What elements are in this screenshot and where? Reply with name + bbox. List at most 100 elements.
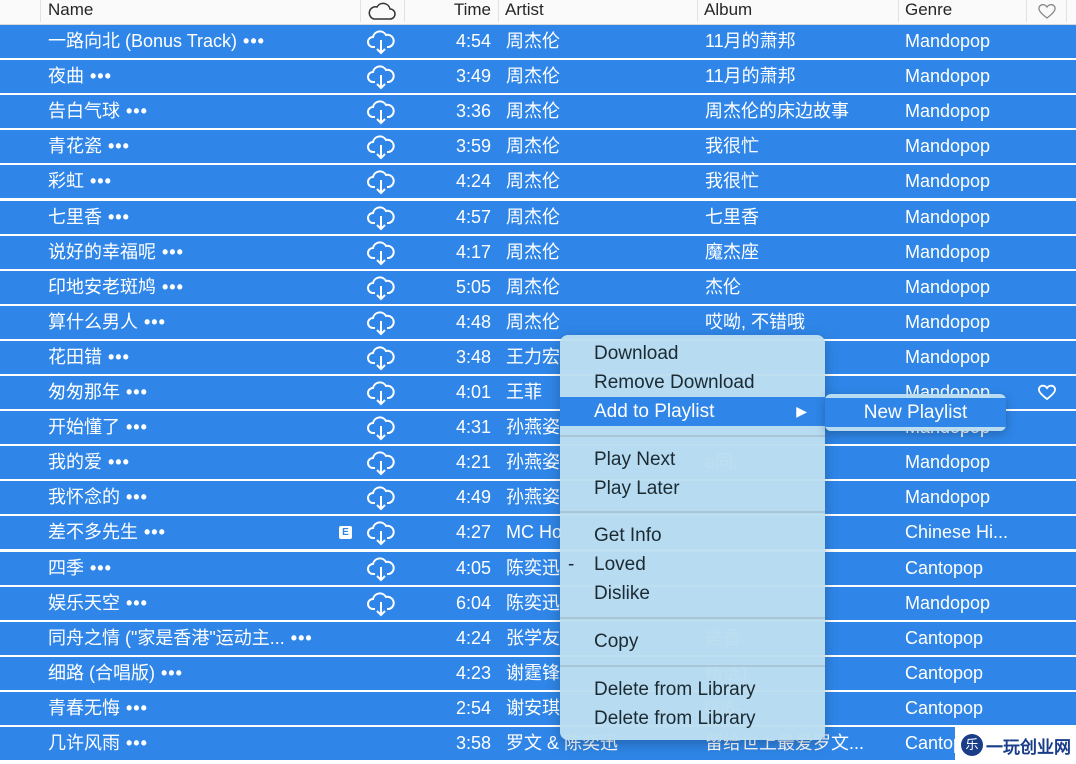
track-row[interactable]: 青春无悔•••2:54谢安琪006-...Cantopop (0, 691, 1076, 725)
more-options-button[interactable]: ••• (126, 733, 148, 753)
menu-item-label: Play Next (594, 449, 676, 470)
track-genre: Mandopop (905, 101, 991, 122)
cloud-download-icon[interactable] (366, 485, 396, 511)
column-name[interactable]: Name (42, 0, 360, 24)
loved-heart-icon[interactable] (1037, 383, 1057, 403)
more-options-button[interactable]: ••• (90, 171, 112, 191)
cloud-download-icon[interactable] (366, 240, 396, 266)
cloud-download-icon[interactable] (366, 29, 396, 55)
track-row[interactable]: 夜曲 ••• 3:49 周杰伦 11月的萧邦 Mandopop (0, 60, 1076, 94)
track-name: 四季 ••• (48, 552, 348, 585)
more-options-button[interactable]: ••• (126, 698, 148, 718)
cloud-download-icon[interactable] (366, 310, 396, 336)
track-row[interactable]: 说好的幸福呢 ••• 4:17 周杰伦 魔杰座 Mandopop (0, 235, 1076, 269)
menu-item-add-to-playlist[interactable]: Add to Playlist ▶ (560, 397, 825, 426)
more-options-button[interactable]: ••• (126, 487, 148, 507)
cloud-download-icon[interactable] (366, 64, 396, 90)
cloud-download-icon[interactable] (366, 450, 396, 476)
more-options-button[interactable]: ••• (126, 417, 148, 437)
more-options-button[interactable]: ••• (108, 452, 130, 472)
column-cloud[interactable] (362, 0, 404, 24)
track-title: 夜曲 (48, 66, 84, 87)
track-row[interactable]: 我的爱•••4:21孙燕姿e同...Mandopop (0, 446, 1076, 480)
track-title: 开始懂了 (48, 417, 120, 438)
more-options-button[interactable]: ••• (126, 382, 148, 402)
track-row[interactable]: 细路 (合唱版)•••4:23谢霆锋精选)Cantopop (0, 656, 1076, 690)
menu-item-delete-from-library[interactable]: Delete from Library (560, 704, 825, 733)
track-row[interactable]: 同舟之情 ("家是香港"运动主...•••4:24张学友是香...Cantopo… (0, 621, 1076, 655)
more-options-button[interactable]: ••• (126, 101, 148, 121)
cloud-download-icon[interactable] (366, 520, 396, 546)
menu-item-label: Remove Download (594, 372, 755, 393)
track-row[interactable]: 我怀念的 ••• 4:49 孙燕姿 Mandopop (0, 481, 1076, 515)
track-row[interactable]: 四季 ••• 4:05 陈奕迅 Cantopop (0, 551, 1076, 585)
more-options-button[interactable]: ••• (243, 31, 265, 51)
more-options-button[interactable]: ••• (90, 558, 112, 578)
cloud-download-icon[interactable] (366, 205, 396, 231)
menu-item-remove-download[interactable]: Remove Download (560, 368, 825, 397)
cloud-download-icon[interactable] (366, 415, 396, 441)
menu-item-loved[interactable]: Loved - (560, 550, 825, 579)
track-row[interactable]: 印地安老斑鸠 ••• 5:05 周杰伦 杰伦 Mandopop (0, 270, 1076, 304)
track-row[interactable]: 算什么男人 ••• 4:48 周杰伦 哎呦, 不错哦 Mandopop (0, 305, 1076, 339)
track-row[interactable]: 彩虹 ••• 4:24 周杰伦 我很忙 Mandopop (0, 165, 1076, 199)
menu-item-play-next[interactable]: Play Next (560, 445, 825, 474)
menu-item-copy[interactable]: Copy (560, 627, 825, 656)
column-album[interactable]: Album (698, 0, 898, 24)
menu-item-get-info[interactable]: Get Info (560, 521, 825, 550)
track-title: 告白气球 (48, 101, 120, 122)
context-menu: Download Remove Download Add to Playlist ▶ P… (560, 335, 825, 740)
more-options-button[interactable]: ••• (144, 312, 166, 332)
menu-item-label: Loved (594, 554, 646, 575)
track-genre: Mandopop (905, 241, 991, 262)
track-album: 我很忙 (705, 136, 759, 157)
track-album: 我很忙 (705, 171, 759, 192)
column-genre[interactable]: Genre (899, 0, 1026, 24)
more-options-button[interactable]: ••• (90, 66, 112, 86)
more-options-button[interactable]: ••• (108, 207, 130, 227)
track-row[interactable]: 一路向北 (Bonus Track) ••• 4:54 周杰伦 11月的萧邦 Mandop… (0, 25, 1076, 58)
track-time: 3:59 (455, 136, 491, 157)
track-row[interactable]: 七里香 ••• 4:57 周杰伦 七里香 Mandopop (0, 200, 1076, 234)
track-row[interactable]: 几许风雨 ••• 3:58 罗文 & 陈奕迅 留给世上最爱罗文... Cantopop (0, 727, 1076, 760)
more-options-button[interactable]: ••• (161, 663, 183, 683)
cloud-download-icon[interactable] (366, 275, 396, 301)
cloud-download-icon[interactable] (366, 591, 396, 617)
cloud-download-icon[interactable] (366, 134, 396, 160)
cloud-download-icon[interactable] (366, 169, 396, 195)
menu-item-play-later[interactable]: Play Later (560, 474, 825, 503)
track-time: 4:31 (455, 417, 491, 438)
more-options-button[interactable]: ••• (126, 593, 148, 613)
menu-item-delete-from-library[interactable]: Delete from Library (560, 675, 825, 704)
more-options-button[interactable]: ••• (162, 242, 184, 262)
more-options-button[interactable]: ••• (144, 522, 166, 542)
cloud-download-icon[interactable] (366, 345, 396, 371)
more-options-button[interactable]: ••• (162, 277, 184, 297)
track-artist: 周杰伦 (506, 276, 560, 297)
track-row[interactable]: 告白气球 ••• 3:36 周杰伦 周杰伦的床边故事 Mandopop (0, 95, 1076, 129)
menu-item-label: Copy (594, 631, 639, 652)
track-row[interactable]: 花田错 ••• 3:48 王力宏 Mandopop (0, 340, 1076, 374)
menu-item-download[interactable]: Download (560, 339, 825, 368)
more-options-button[interactable]: ••• (108, 136, 130, 156)
track-time: 2:54 (455, 697, 491, 718)
column-loved[interactable] (1027, 0, 1067, 24)
track-time: 5:05 (455, 276, 491, 297)
more-options-button[interactable]: ••• (291, 628, 313, 648)
cloud-download-icon[interactable] (366, 380, 396, 406)
track-album: 哎呦, 不错哦 (705, 311, 806, 332)
track-row[interactable]: 青花瓷 ••• 3:59 周杰伦 我很忙 Mandopop (0, 130, 1076, 164)
track-artist: 周杰伦 (506, 136, 560, 157)
track-row[interactable]: 娱乐天空 ••• 6:04 陈奕迅 Mandopop (0, 586, 1076, 620)
track-time: 4:23 (455, 662, 491, 683)
column-artist[interactable]: Artist (499, 0, 697, 24)
column-time[interactable]: Time (404, 0, 497, 24)
watermark-logo: 乐 (961, 734, 983, 756)
track-row[interactable]: 差不多先生 ••• E 4:27 MC Ho Chinese Hi... (0, 516, 1076, 550)
menu-item-new-playlist[interactable]: New Playlist (825, 398, 1006, 427)
cloud-download-icon[interactable] (366, 99, 396, 125)
cloud-download-icon[interactable] (366, 556, 396, 582)
menu-item-dislike[interactable]: Dislike (560, 579, 825, 608)
more-options-button[interactable]: ••• (108, 347, 130, 367)
track-time: 4:01 (455, 382, 491, 402)
